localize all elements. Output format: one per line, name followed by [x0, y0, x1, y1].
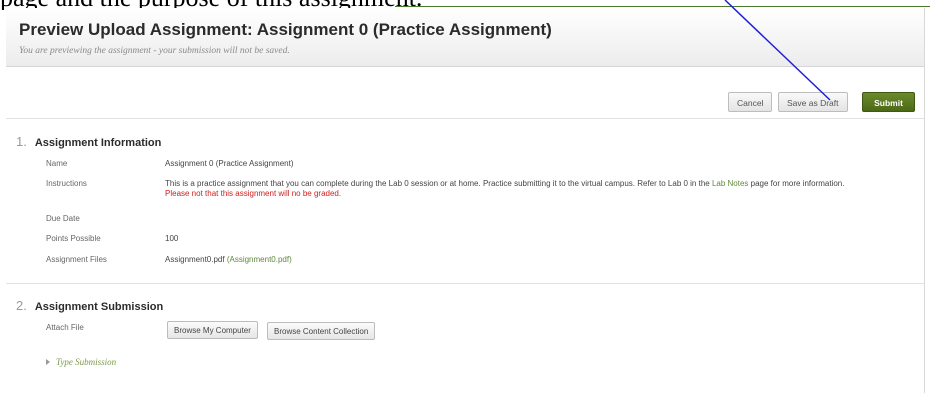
- submit-button[interactable]: Submit: [862, 92, 915, 112]
- assignment-preview-page: Preview Upload Assignment: Assignment 0 …: [6, 8, 925, 393]
- instructions-label: Instructions: [46, 179, 87, 188]
- type-submission-toggle[interactable]: Type Submission: [46, 357, 116, 367]
- due-date-label: Due Date: [46, 214, 80, 223]
- section-assignment-information: 1. Assignment Information: [16, 134, 161, 149]
- points-possible-label: Points Possible: [46, 234, 101, 243]
- page-header: Preview Upload Assignment: Assignment 0 …: [6, 8, 924, 67]
- instructions-text-2: page for more information.: [748, 179, 845, 188]
- not-graded-warning: Please not that this assignment will no …: [165, 189, 342, 198]
- type-submission-label: Type Submission: [56, 357, 117, 367]
- section-number: 1.: [16, 134, 27, 149]
- browse-my-computer-button[interactable]: Browse My Computer: [167, 321, 258, 339]
- assignment-files-value: Assignment0.pdf (Assignment0.pdf): [165, 255, 292, 265]
- section-title: Assignment Submission: [34, 301, 164, 313]
- lab-notes-link[interactable]: Lab Notes: [712, 179, 748, 188]
- name-label: Name: [46, 159, 68, 168]
- action-bar: Cancel Save as Draft Submit: [6, 86, 924, 119]
- section-divider: [6, 283, 924, 284]
- browse-content-collection-button[interactable]: Browse Content Collection: [267, 322, 376, 340]
- save-as-draft-button[interactable]: Save as Draft: [778, 92, 848, 112]
- page-subtitle: You are previewing the assignment - your…: [19, 46, 290, 56]
- file-name: Assignment0.pdf: [165, 255, 225, 264]
- name-value: Assignment 0 (Practice Assignment): [165, 159, 294, 168]
- instructions-value: This is a practice assignment that you c…: [165, 179, 865, 199]
- points-possible-value: 100: [165, 234, 179, 243]
- file-download-link[interactable]: (Assignment0.pdf): [227, 255, 292, 264]
- assignment-files-label: Assignment Files: [46, 255, 107, 264]
- top-rule: [395, 6, 930, 7]
- cancel-button[interactable]: Cancel: [728, 92, 773, 112]
- attach-file-label: Attach File: [46, 323, 84, 332]
- section-assignment-submission: 2. Assignment Submission: [16, 298, 163, 313]
- expand-caret-icon: [46, 359, 50, 365]
- page-title: Preview Upload Assignment: Assignment 0 …: [19, 20, 552, 39]
- section-number: 2.: [16, 298, 27, 313]
- instructions-text: This is a practice assignment that you c…: [165, 179, 712, 188]
- section-title: Assignment Information: [34, 137, 162, 149]
